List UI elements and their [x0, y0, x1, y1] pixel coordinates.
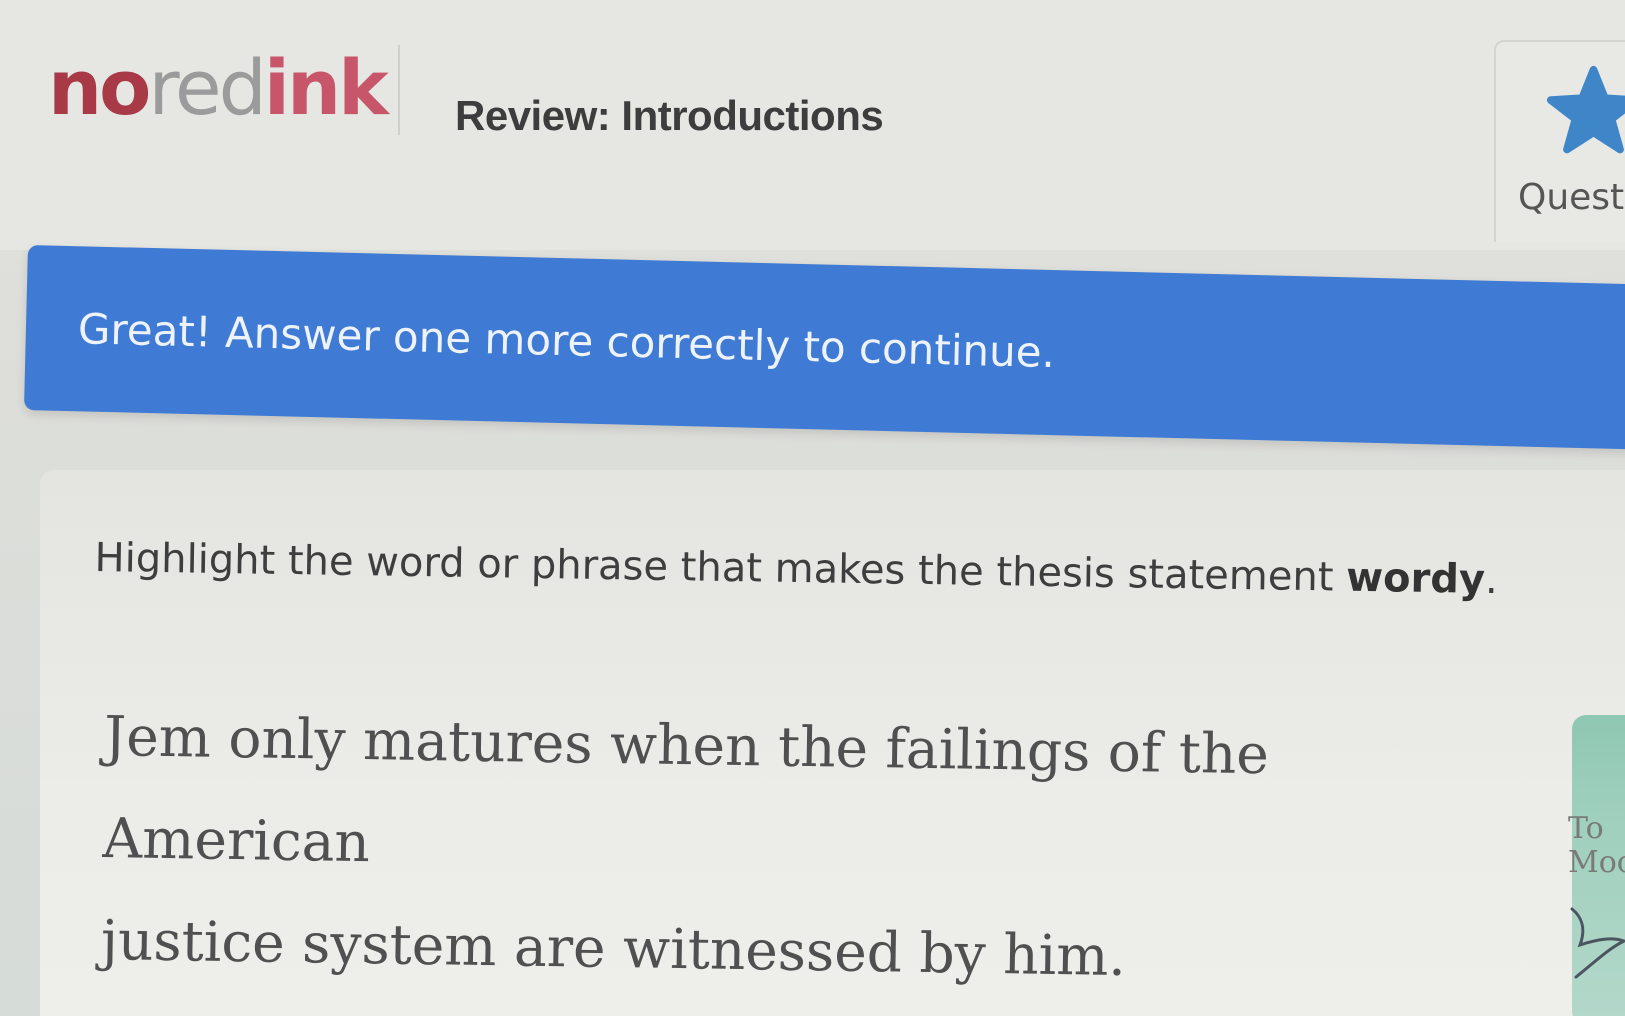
sentence-word[interactable]: by	[919, 921, 986, 986]
handwritten-mark-icon	[1570, 907, 1625, 979]
questions-label: Questi	[1518, 177, 1625, 218]
header: noredink Review: Introductions Questi	[0, 0, 1625, 250]
logo-part-ink: ink	[263, 43, 389, 132]
activity-title: Review: Introductions	[455, 92, 884, 139]
instruction-period: .	[1484, 556, 1499, 604]
page: noredink Review: Introductions Questi Gr…	[0, 0, 1625, 1016]
banner-message: Great! Answer one more correctly to cont…	[77, 304, 1056, 378]
sentence-word[interactable]: him.	[1003, 922, 1127, 988]
sentence-word[interactable]: the	[778, 715, 869, 780]
logo-part-no: no	[48, 43, 151, 132]
sentence-word[interactable]: witnessed	[623, 916, 903, 984]
star-icon	[1546, 65, 1625, 154]
noredink-logo[interactable]: noredink	[48, 50, 389, 126]
sentence-word[interactable]: when	[610, 712, 761, 778]
sentence-word[interactable]: only	[228, 706, 346, 772]
side-tool-text: To Moc	[1568, 812, 1625, 880]
progress-panel: Questi	[1494, 40, 1625, 242]
logo-part-red: red	[148, 43, 267, 132]
side-tool-line-2: Moc	[1568, 845, 1625, 880]
sentence-word[interactable]: the	[1178, 721, 1269, 786]
sentence-word[interactable]: justice	[100, 908, 285, 975]
sentence-word[interactable]: failings	[885, 716, 1091, 783]
sentence-word[interactable]: matures	[363, 708, 594, 776]
thesis-sentence: Jem only matures when the failings of th…	[100, 685, 1505, 1013]
question-card: Highlight the word or phrase that makes …	[40, 470, 1625, 1016]
header-divider	[398, 45, 400, 135]
sentence-word[interactable]: system	[302, 911, 497, 978]
question-instruction: Highlight the word or phrase that makes …	[94, 535, 1498, 603]
instruction-text: Highlight the word or phrase that makes …	[94, 535, 1347, 601]
feedback-banner: Great! Answer one more correctly to cont…	[23, 245, 1625, 451]
instruction-emphasis: wordy	[1345, 554, 1486, 603]
sentence-word[interactable]: of	[1107, 720, 1161, 785]
sentence-word[interactable]: Jem	[104, 704, 212, 770]
side-tool-line-1: To	[1568, 811, 1604, 846]
sentence-word[interactable]: are	[513, 914, 606, 979]
sentence-word[interactable]: American	[102, 806, 370, 874]
